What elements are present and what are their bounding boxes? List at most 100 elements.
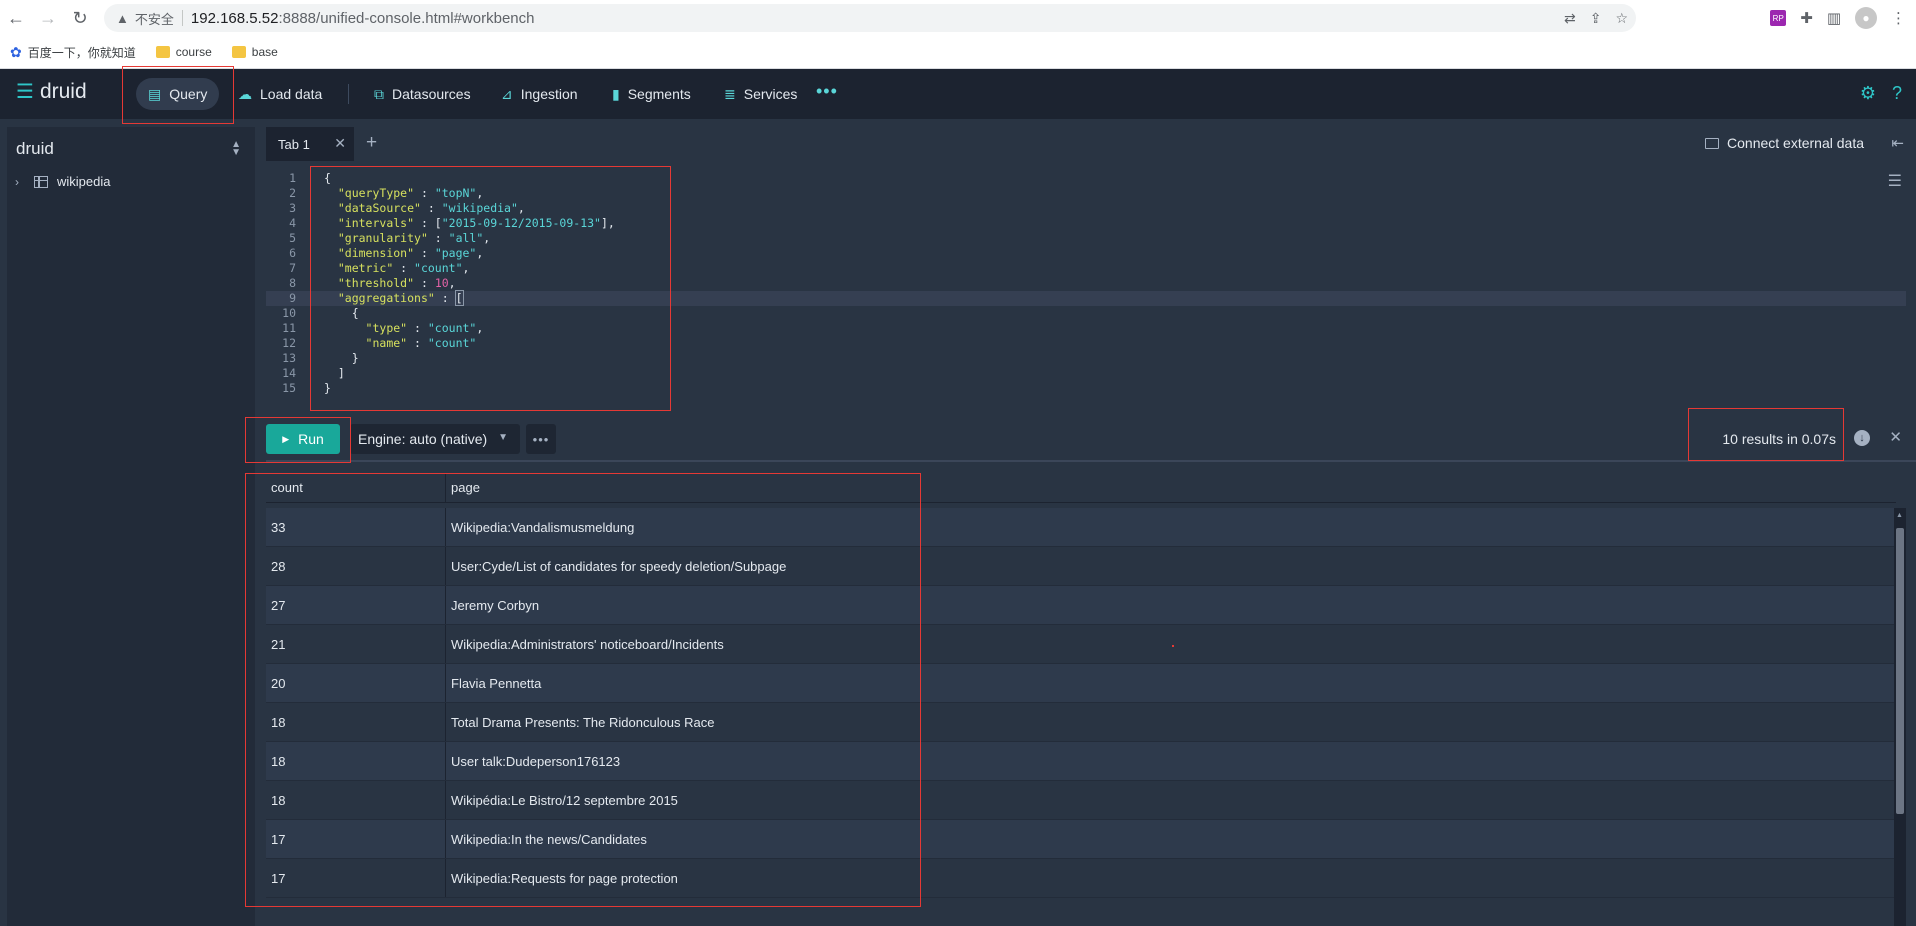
- reload-icon[interactable]: ↻: [64, 0, 96, 36]
- code-line: "queryType" : "topN",: [337, 186, 484, 200]
- play-icon: ▶: [282, 433, 290, 444]
- side-panel-icon[interactable]: ▥: [1827, 9, 1841, 27]
- table-icon: [34, 175, 48, 188]
- cell-page: Total Drama Presents: The Ridonculous Ra…: [451, 714, 715, 730]
- table-row[interactable]: 17 Wikipedia:Requests for page protection: [266, 859, 1896, 898]
- close-tab-icon[interactable]: ✕: [334, 135, 346, 152]
- nav-services[interactable]: ≣ Services: [712, 78, 809, 110]
- more-options-button[interactable]: •••: [526, 424, 556, 454]
- line-number: 13: [282, 351, 296, 365]
- browser-extensions: RP ✚ ▥ ● ⋮: [1770, 0, 1906, 36]
- help-icon[interactable]: ?: [1892, 83, 1902, 104]
- table-row[interactable]: 27 Jeremy Corbyn: [266, 586, 1896, 625]
- ingestion-icon: ⊿: [501, 85, 513, 102]
- extension-rp-icon[interactable]: RP: [1770, 10, 1787, 26]
- nav-label: Query: [169, 86, 208, 102]
- line-number: 8: [289, 276, 296, 290]
- query-editor[interactable]: 1 2 3 4 5 6 7 8 9 10 11 12 13 14 15 { "queryType" : "t…: [266, 161, 1916, 418]
- folder-icon: [155, 46, 170, 58]
- cell-page: Wikipedia:Requests for page protection: [451, 870, 678, 886]
- cell-count: 18: [266, 781, 446, 819]
- code-line: "intervals" : ["2015-09-12/2015-09-13"],: [337, 216, 615, 230]
- caret-down-icon: ▼: [498, 432, 508, 443]
- folder-icon: [231, 46, 246, 58]
- settings-gear-icon[interactable]: ⚙: [1860, 83, 1876, 104]
- bookmark-course[interactable]: course: [155, 45, 212, 59]
- collapse-panel-icon[interactable]: ⇤: [1891, 134, 1904, 152]
- nav-more-icon[interactable]: •••: [816, 81, 838, 102]
- datasources-icon: ⧉: [374, 85, 384, 102]
- close-results-icon[interactable]: ✕: [1889, 428, 1902, 446]
- bookmark-label: course: [175, 45, 212, 59]
- code-content[interactable]: { "queryType" : "topN", "dataSource" : "…: [324, 171, 615, 396]
- table-row[interactable]: 17 Wikipedia:In the news/Candidates: [266, 820, 1896, 859]
- nav-ingestion[interactable]: ⊿ Ingestion: [489, 78, 590, 110]
- scroll-up-icon[interactable]: ▲: [1896, 512, 1903, 519]
- code-line: "granularity" : "all",: [337, 231, 491, 245]
- table-row[interactable]: 18 Total Drama Presents: The Ridonculous …: [266, 703, 1896, 742]
- bookmarks-bar: ✿ 百度一下，你就知道 course base: [0, 36, 1916, 69]
- nav-load-data[interactable]: ☁ Load data: [226, 78, 334, 110]
- column-header-count[interactable]: count: [266, 473, 446, 502]
- chevron-right-icon[interactable]: ›: [15, 175, 25, 189]
- cell-count: 21: [266, 625, 446, 663]
- table-row[interactable]: 18 User talk:Dudeperson176123: [266, 742, 1896, 781]
- line-number: 6: [289, 246, 296, 260]
- download-icon[interactable]: ↓: [1854, 430, 1870, 446]
- nav-query[interactable]: ▤ Query: [136, 78, 220, 110]
- code-line: "dataSource" : "wikipedia",: [337, 201, 525, 215]
- add-tab-icon[interactable]: +: [366, 132, 377, 154]
- translate-icon[interactable]: ⇄: [1564, 10, 1576, 27]
- connect-external-data-button[interactable]: Connect external data: [1705, 135, 1864, 151]
- engine-select[interactable]: Engine: auto (native) ▼: [350, 424, 520, 454]
- forward-icon[interactable]: →: [32, 0, 64, 36]
- nav-segments[interactable]: ▮ Segments: [600, 78, 703, 110]
- table-row[interactable]: 21 Wikipedia:Administrators' noticeboard/…: [266, 625, 1896, 664]
- nav-label: Load data: [260, 86, 323, 102]
- extensions-puzzle-icon[interactable]: ✚: [1800, 9, 1813, 27]
- segments-icon: ▮: [612, 85, 620, 102]
- database-icon: ≣: [724, 85, 736, 102]
- query-tabbar: Tab 1 ✕ + Connect external data ⇤: [266, 127, 1916, 161]
- table-row[interactable]: 33 Wikipedia:Vandalismusmeldung: [266, 508, 1896, 547]
- schema-sidebar: druid ▲ ▼ › wikipedia: [7, 127, 255, 926]
- nav-datasources[interactable]: ⧉ Datasources: [362, 78, 483, 110]
- line-number: 3: [289, 201, 296, 215]
- cell-count: 18: [266, 742, 446, 780]
- table-row[interactable]: 18 Wikipédia:Le Bistro/12 septembre 2015: [266, 781, 1896, 820]
- logo-text: druid: [39, 79, 87, 103]
- tab-1[interactable]: Tab 1 ✕: [266, 127, 354, 161]
- bookmark-star-icon[interactable]: ☆: [1615, 10, 1628, 27]
- panel-splitter[interactable]: [266, 460, 1916, 462]
- bookmark-base[interactable]: base: [231, 45, 278, 59]
- results-scrollbar[interactable]: ▲: [1894, 508, 1906, 926]
- table-header: count page: [266, 473, 1896, 503]
- line-number: 15: [282, 381, 296, 395]
- code-line: ]: [324, 366, 345, 380]
- column-header-page[interactable]: page: [446, 473, 1896, 502]
- engine-label: Engine: auto (native): [358, 431, 488, 447]
- run-label: Run: [298, 431, 324, 447]
- address-bar[interactable]: ▲ 不安全 192.168.5.52:8888/unified-console.…: [104, 4, 1636, 32]
- table-row[interactable]: 28 User:Cyde/List of candidates for speed…: [266, 547, 1896, 586]
- sidebar-item-wikipedia[interactable]: › wikipedia: [15, 174, 110, 189]
- cell-count: 18: [266, 703, 446, 741]
- line-number: 12: [282, 336, 296, 350]
- cell-count: 27: [266, 586, 446, 624]
- chrome-menu-icon[interactable]: ⋮: [1891, 9, 1906, 27]
- profile-avatar-icon[interactable]: ●: [1855, 7, 1877, 29]
- sort-icon[interactable]: ▲ ▼: [231, 140, 241, 158]
- table-row[interactable]: 20 Flavia Pennetta: [266, 664, 1896, 703]
- bookmark-baidu[interactable]: ✿ 百度一下，你就知道: [10, 44, 136, 61]
- line-number: 10: [282, 306, 296, 320]
- scroll-thumb[interactable]: [1896, 528, 1904, 814]
- bookmark-label: 百度一下，你就知道: [27, 45, 136, 60]
- baidu-paw-icon: ✿: [10, 43, 22, 60]
- line-number-gutter: 1 2 3 4 5 6 7 8 9 10 11 12 13 14 15: [266, 171, 306, 396]
- editor-menu-icon[interactable]: ☰: [1888, 171, 1902, 190]
- code-line: {: [324, 171, 331, 185]
- back-icon[interactable]: ←: [0, 0, 32, 36]
- druid-logo[interactable]: ☰ druid: [16, 79, 87, 104]
- share-icon[interactable]: ⇪: [1590, 10, 1602, 27]
- run-button[interactable]: ▶ Run: [266, 424, 340, 454]
